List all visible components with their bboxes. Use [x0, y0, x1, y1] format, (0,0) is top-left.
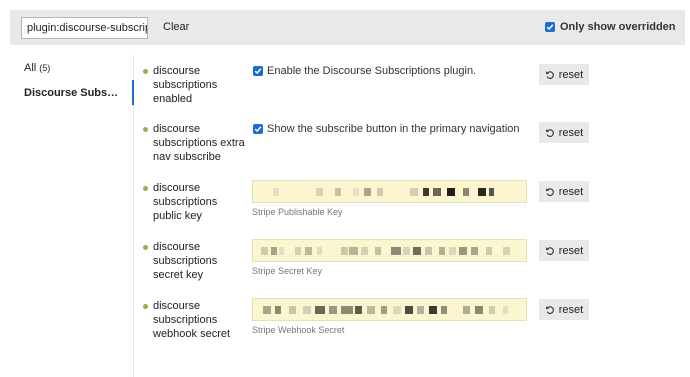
nav-item-plugin-label: Discourse Subscriptions — [24, 86, 124, 99]
clear-filter-button[interactable]: Clear — [163, 21, 189, 33]
setting-row-secret-key: discourse subscriptions secret key Strip… — [141, 239, 686, 298]
reset-label: reset — [558, 68, 584, 81]
setting-checkbox-line[interactable]: Enable the Discourse Subscriptions plugi… — [253, 65, 476, 77]
setting-description: Stripe Secret Key — [252, 266, 323, 276]
only-overridden-toggle[interactable]: Only show overridden — [545, 21, 676, 33]
setting-name: discourse subscriptions extra nav subscr… — [153, 123, 245, 163]
only-overridden-checkbox[interactable] — [545, 22, 555, 32]
setting-row-extra-nav-subscribe: discourse subscriptions extra nav subscr… — [141, 122, 686, 180]
undo-icon — [545, 128, 555, 138]
reset-label: reset — [558, 303, 584, 316]
reset-button[interactable]: reset — [539, 299, 589, 320]
undo-icon — [545, 70, 555, 80]
reset-label: reset — [558, 185, 584, 198]
setting-description: Stripe Publishable Key — [252, 207, 343, 217]
setting-name: discourse subscriptions enabled — [153, 65, 218, 105]
nav-item-discourse-subscriptions[interactable]: Discourse Subscriptions — [10, 80, 134, 105]
only-overridden-label: Only show overridden — [560, 21, 676, 33]
setting-name: discourse subscriptions public key — [153, 182, 218, 222]
reset-button[interactable]: reset — [539, 181, 589, 202]
setting-description: Stripe Webhook Secret — [252, 325, 345, 335]
settings-filter-bar: plugin:discourse-subscripti Clear Only s… — [10, 10, 685, 45]
nav-item-all[interactable]: All (5) — [10, 55, 134, 80]
setting-checkbox[interactable] — [253, 66, 263, 76]
overridden-indicator — [143, 127, 148, 132]
undo-icon — [545, 187, 555, 197]
undo-icon — [545, 246, 555, 256]
nav-item-all-count: (5) — [39, 62, 51, 73]
setting-checkbox[interactable] — [253, 124, 263, 134]
nav-item-all-label: All — [24, 61, 37, 74]
reset-label: reset — [558, 244, 584, 257]
secret-key-input[interactable] — [252, 239, 527, 262]
setting-row-enabled: discourse subscriptions enabled Enable t… — [141, 64, 686, 122]
overridden-indicator — [143, 304, 148, 309]
reset-label: reset — [558, 126, 584, 139]
undo-icon — [545, 305, 555, 315]
public-key-input[interactable] — [252, 180, 527, 203]
overridden-indicator — [143, 69, 148, 74]
setting-row-public-key: discourse subscriptions public key Strip… — [141, 180, 686, 239]
overridden-indicator — [143, 245, 148, 250]
setting-description: Enable the Discourse Subscriptions plugi… — [267, 65, 477, 77]
setting-checkbox-line[interactable]: Show the subscribe button in the primary… — [253, 123, 520, 135]
setting-name: discourse subscriptions webhook secret — [153, 300, 231, 340]
overridden-indicator — [143, 186, 148, 191]
settings-category-nav: All (5) Discourse Subscriptions — [10, 55, 134, 377]
reset-button[interactable]: reset — [539, 64, 589, 85]
setting-description: Show the subscribe button in the primary… — [267, 123, 520, 135]
reset-button[interactable]: reset — [539, 240, 589, 261]
webhook-secret-input[interactable] — [252, 298, 527, 321]
setting-name: discourse subscriptions secret key — [153, 241, 218, 281]
setting-row-webhook-secret: discourse subscriptions webhook secret S… — [141, 298, 686, 357]
reset-button[interactable]: reset — [539, 122, 589, 143]
filter-input[interactable]: plugin:discourse-subscripti — [21, 17, 148, 39]
